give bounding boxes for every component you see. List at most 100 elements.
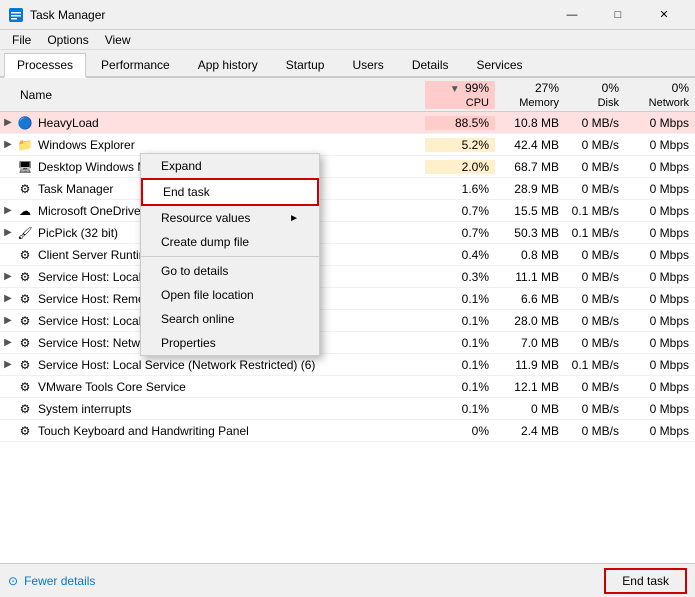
process-network: 0 Mbps [625,138,695,152]
process-network: 0 Mbps [625,424,695,438]
col-cpu-header[interactable]: ▼ 99% CPU [425,81,495,109]
table-row[interactable]: ⚙ System interrupts 0.1% 0 MB 0 MB/s 0 M… [0,398,695,420]
menu-options[interactable]: Options [39,31,96,49]
col-memory-header[interactable]: 27% Memory [495,81,565,109]
process-cpu: 0.7% [425,204,495,218]
tab-details[interactable]: Details [399,53,462,76]
process-icon: 🖥 [16,158,34,176]
context-menu-item-resource-values[interactable]: Resource values► [141,206,319,230]
process-icon: ⚙ [16,334,34,352]
table-row[interactable]: ⚙ Client Server Runtime Process 0.4% 0.8… [0,244,695,266]
window-title: Task Manager [30,8,549,22]
minimize-button[interactable]: — [549,0,595,30]
process-name: Windows Explorer [38,138,425,152]
process-disk: 0.1 MB/s [565,204,625,218]
process-memory: 12.1 MB [495,380,565,394]
sort-arrow-icon: ▼ [450,84,460,95]
expand-arrow: ▶ [0,117,16,128]
process-icon: ⚙ [16,180,34,198]
expand-arrow: ▶ [0,139,16,150]
close-button[interactable]: ✕ [641,0,687,30]
process-name: VMware Tools Core Service [38,380,425,394]
expand-arrow: ▶ [0,205,16,216]
process-disk: 0 MB/s [565,116,625,130]
process-disk: 0.1 MB/s [565,358,625,372]
context-menu-item-expand[interactable]: Expand [141,154,319,178]
table-row[interactable]: ⚙ Task Manager 1.6% 28.9 MB 0 MB/s 0 Mbp… [0,178,695,200]
process-table[interactable]: ▶ 🔵 HeavyLoad 88.5% 10.8 MB 0 MB/s 0 Mbp… [0,112,695,563]
tab-processes[interactable]: Processes [4,53,86,78]
maximize-button[interactable]: □ [595,0,641,30]
context-menu-item-create-dump-file[interactable]: Create dump file [141,230,319,254]
process-network: 0 Mbps [625,336,695,350]
context-menu-item-end-task[interactable]: End task [141,178,319,206]
process-cpu: 0.1% [425,314,495,328]
process-disk: 0 MB/s [565,314,625,328]
table-row[interactable]: ▶ ⚙ Service Host: Remote Procedure Call … [0,288,695,310]
end-task-button[interactable]: End task [604,568,687,594]
fewer-details-button[interactable]: ⊙ Fewer details [8,574,95,588]
process-network: 0 Mbps [625,314,695,328]
process-disk: 0.1 MB/s [565,226,625,240]
context-menu-item-open-file-location[interactable]: Open file location [141,283,319,307]
col-disk-header[interactable]: 0% Disk [565,81,625,109]
expand-arrow: ▶ [0,271,16,282]
process-memory: 0 MB [495,402,565,416]
process-network: 0 Mbps [625,270,695,284]
menu-file[interactable]: File [4,31,39,49]
table-row[interactable]: ▶ ⚙ Service Host: Network Service (5) 0.… [0,332,695,354]
col-network-header[interactable]: 0% Network [625,81,695,109]
table-row[interactable]: ▶ ☁ Microsoft OneDrive 0.7% 15.5 MB 0.1 … [0,200,695,222]
context-menu-item-go-to-details[interactable]: Go to details [141,259,319,283]
title-bar: Task Manager — □ ✕ [0,0,695,30]
status-bar: ⊙ Fewer details End task [0,563,695,597]
process-cpu: 88.5% [425,116,495,130]
process-disk: 0 MB/s [565,380,625,394]
table-row[interactable]: ▶ ⚙ Service Host: Local System (18) 0.1%… [0,310,695,332]
tab-users[interactable]: Users [339,53,396,76]
process-memory: 11.1 MB [495,270,565,284]
main-content: Name ▼ 99% CPU 27% Memory 0% Disk 0% Net… [0,78,695,563]
process-memory: 0.8 MB [495,248,565,262]
tab-app-history[interactable]: App history [185,53,271,76]
tab-startup[interactable]: Startup [273,53,338,76]
table-row[interactable]: ⚙ VMware Tools Core Service 0.1% 12.1 MB… [0,376,695,398]
process-icon: ⚙ [16,422,34,440]
table-row[interactable]: ⚙ Touch Keyboard and Handwriting Panel 0… [0,420,695,442]
process-disk: 0 MB/s [565,138,625,152]
context-menu-item-search-online[interactable]: Search online [141,307,319,331]
tab-performance[interactable]: Performance [88,53,183,76]
menu-bar: File Options View [0,30,695,50]
process-icon: 📁 [16,136,34,154]
process-icon: ⚙ [16,290,34,308]
process-memory: 68.7 MB [495,160,565,174]
process-network: 0 Mbps [625,116,695,130]
table-row[interactable]: ▶ 🔵 HeavyLoad 88.5% 10.8 MB 0 MB/s 0 Mbp… [0,112,695,134]
table-row[interactable]: ▶ ⚙ Service Host: Local Service (No Netw… [0,266,695,288]
table-row[interactable]: 🖥 Desktop Windows Manager 2.0% 68.7 MB 0… [0,156,695,178]
process-name: Service Host: Local Service (Network Res… [38,358,425,372]
table-row[interactable]: ▶ ⚙ Service Host: Local Service (Network… [0,354,695,376]
tab-services[interactable]: Services [464,53,536,76]
process-cpu: 0.4% [425,248,495,262]
process-icon: ☁ [16,202,34,220]
context-menu-item-properties[interactable]: Properties [141,331,319,355]
process-memory: 42.4 MB [495,138,565,152]
process-cpu: 0.1% [425,336,495,350]
menu-view[interactable]: View [97,31,139,49]
process-network: 0 Mbps [625,182,695,196]
process-disk: 0 MB/s [565,336,625,350]
context-menu-separator [141,256,319,257]
table-row[interactable]: ▶ 🖌 PicPick (32 bit) 0.7% 50.3 MB 0.1 MB… [0,222,695,244]
process-cpu: 0.3% [425,270,495,284]
process-network: 0 Mbps [625,248,695,262]
col-name-header[interactable]: Name [0,88,425,102]
process-memory: 7.0 MB [495,336,565,350]
process-memory: 2.4 MB [495,424,565,438]
process-icon: ⚙ [16,246,34,264]
process-memory: 15.5 MB [495,204,565,218]
context-menu: ExpandEnd taskResource values►Create dum… [140,153,320,356]
table-row[interactable]: ▶ 📁 Windows Explorer 5.2% 42.4 MB 0 MB/s… [0,134,695,156]
expand-arrow: ▶ [0,293,16,304]
tab-bar: Processes Performance App history Startu… [0,50,695,78]
